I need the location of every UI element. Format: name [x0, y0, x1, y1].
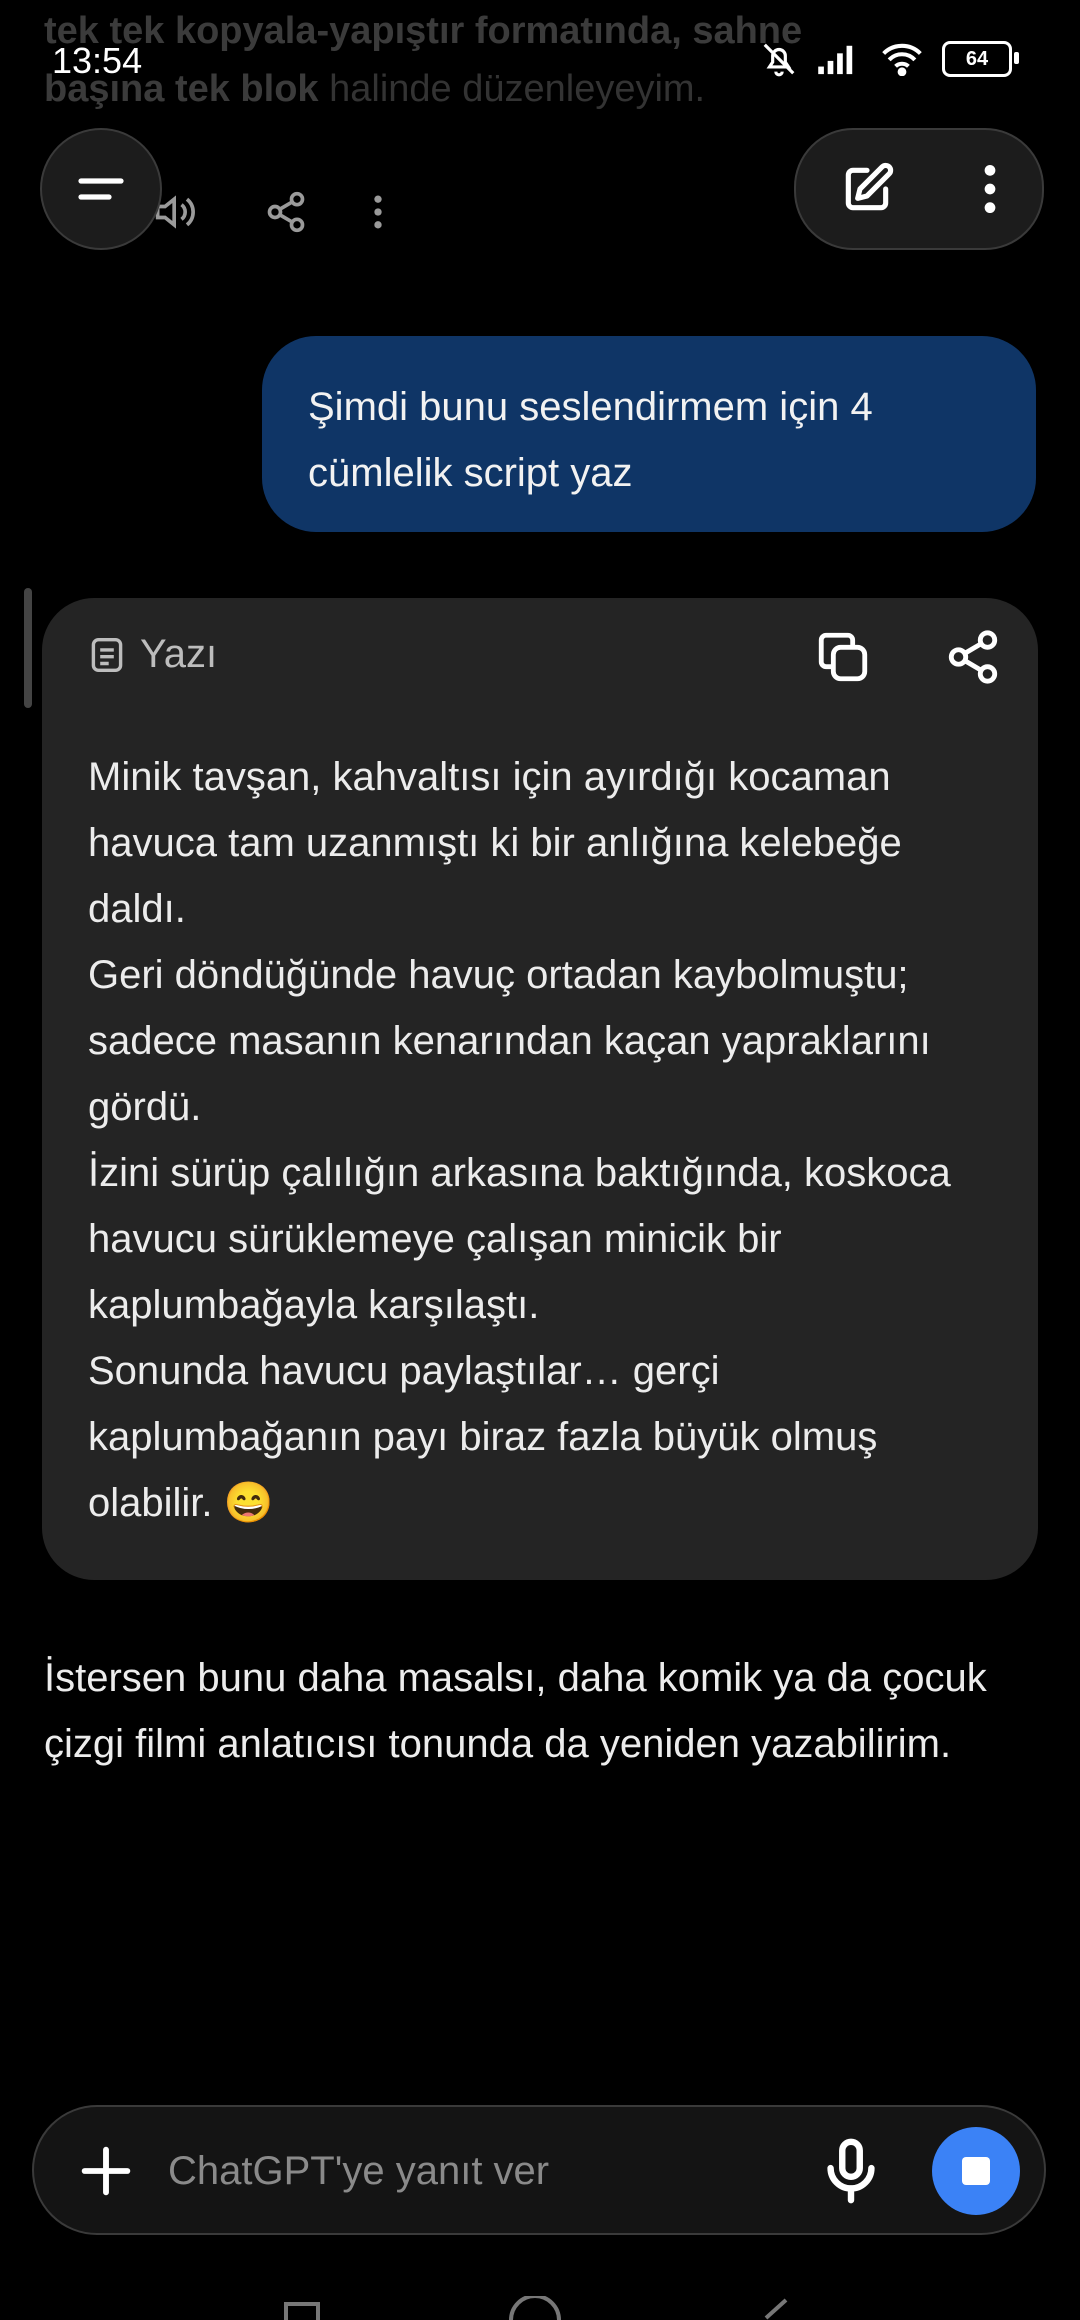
card-label: Yazı	[140, 632, 218, 676]
card-actions	[814, 628, 1002, 686]
document-icon	[91, 637, 123, 672]
card-header: Yazı	[90, 632, 217, 677]
status-bar: 13:54 64	[0, 0, 1080, 120]
menu-icon	[78, 178, 124, 200]
edit-icon[interactable]	[839, 161, 895, 217]
microphone-icon[interactable]	[816, 2135, 886, 2207]
share-icon[interactable]	[264, 190, 308, 234]
mute-bell-icon	[763, 43, 795, 77]
card-paragraph: Geri döndüğünde havuç ortadan kaybolmuşt…	[88, 953, 931, 1129]
message-input[interactable]	[168, 2139, 808, 2203]
plus-icon[interactable]	[74, 2139, 138, 2203]
system-nav-bar	[0, 2290, 1080, 2320]
card-body: Minik tavşan, kahvaltısı için ayırdığı k…	[88, 744, 998, 1536]
more-vertical-icon[interactable]	[980, 161, 1000, 217]
recents-icon[interactable]	[282, 2300, 322, 2320]
copy-icon[interactable]	[814, 628, 872, 686]
status-time: 13:54	[52, 40, 143, 81]
stop-button[interactable]	[932, 2127, 1020, 2215]
card-paragraph: İzini sürüp çalılığın arkasına baktığınd…	[88, 1151, 951, 1327]
home-icon[interactable]	[505, 2296, 565, 2320]
menu-button[interactable]	[40, 128, 162, 250]
back-icon[interactable]	[760, 2298, 790, 2320]
card-paragraph: Minik tavşan, kahvaltısı için ayırdığı k…	[88, 755, 902, 931]
wifi-icon	[882, 43, 922, 76]
card-paragraph: Sonunda havucu paylaştılar… gerçi kaplum…	[88, 1349, 878, 1525]
status-icons: 64	[760, 40, 1019, 78]
scroll-indicator[interactable]	[24, 588, 32, 708]
writing-card: Yazı Minik tavşan, kahvaltısı için ayırd…	[42, 598, 1038, 1580]
stop-icon	[962, 2157, 990, 2185]
signal-icon	[818, 45, 853, 75]
battery-icon: 64	[942, 41, 1019, 77]
assistant-followup: İstersen bunu daha masalsı, daha komik y…	[44, 1656, 987, 1766]
more-vertical-icon[interactable]	[368, 190, 388, 234]
header-actions	[794, 128, 1044, 250]
battery-level: 64	[965, 47, 989, 70]
composer	[32, 2105, 1046, 2235]
share-icon[interactable]	[944, 628, 1002, 686]
user-message-bubble[interactable]: Şimdi bunu seslendirmem için 4 cümlelik …	[262, 336, 1036, 532]
